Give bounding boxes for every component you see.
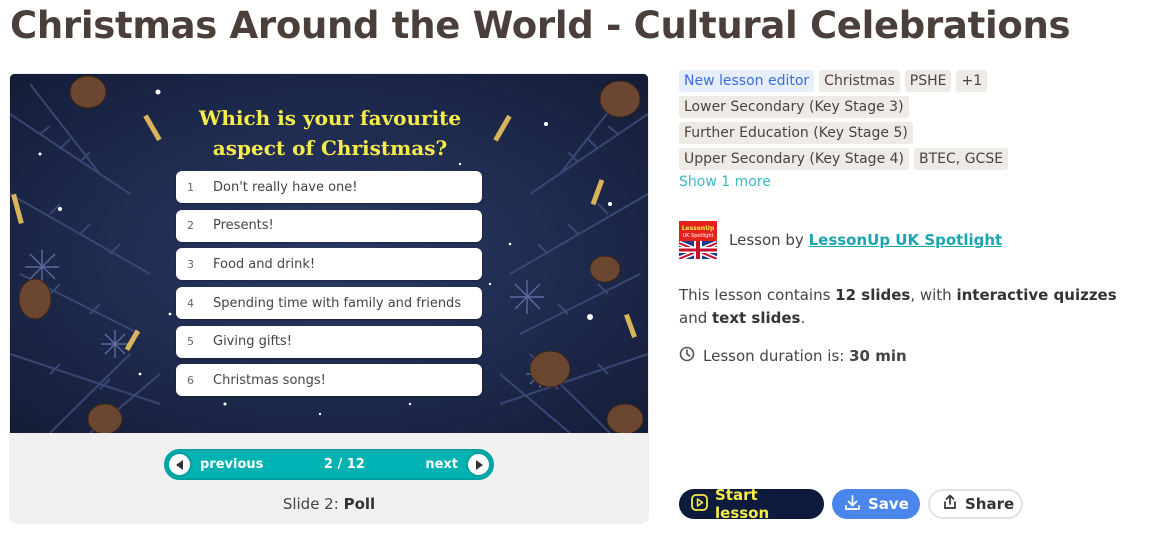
duration-value: 30 min bbox=[849, 347, 907, 365]
tag-key-stage-4[interactable]: Upper Secondary (Key Stage 4) bbox=[679, 148, 910, 170]
author-prefix: Lesson by LessonUp UK Spotlight bbox=[729, 231, 1003, 249]
option-text: Don't really have one! bbox=[213, 179, 358, 195]
start-lesson-button[interactable]: Start lesson bbox=[679, 486, 824, 522]
option-number: 2 bbox=[187, 219, 194, 233]
tag-pshe[interactable]: PSHE bbox=[904, 70, 952, 92]
lesson-tags: New lesson editor Christmas PSHE +1 Lowe… bbox=[679, 70, 1139, 190]
tag-christmas[interactable]: Christmas bbox=[819, 70, 900, 92]
next-label: next bbox=[425, 457, 458, 472]
author-link[interactable]: LessonUp UK Spotlight bbox=[809, 231, 1003, 249]
previous-label: previous bbox=[200, 457, 264, 472]
lesson-duration: Lesson duration is: 30 min bbox=[679, 346, 907, 366]
option-text: Christmas songs! bbox=[213, 372, 326, 388]
play-icon bbox=[691, 493, 708, 515]
poll-option[interactable]: 2 Presents! bbox=[176, 209, 482, 242]
author-avatar: LessonUp UK Spotlight bbox=[679, 221, 717, 259]
show-more-link[interactable]: Show 1 more bbox=[679, 174, 1139, 190]
tag-more-count[interactable]: +1 bbox=[956, 70, 988, 92]
save-button[interactable]: Save bbox=[832, 489, 920, 519]
arrow-left-icon bbox=[167, 452, 192, 477]
poll-options: 1 Don't really have one! 2 Presents! 3 F… bbox=[176, 171, 482, 403]
poll-option[interactable]: 3 Food and drink! bbox=[176, 248, 482, 281]
option-text: Spending time with family and friends bbox=[213, 295, 462, 311]
poll-option[interactable]: 6 Christmas songs! bbox=[176, 364, 482, 397]
poll-option[interactable]: 4 Spending time with family and friends bbox=[176, 287, 482, 320]
option-text: Presents! bbox=[213, 218, 274, 234]
download-icon bbox=[844, 494, 861, 515]
slide-counter: 2 / 12 bbox=[323, 457, 365, 472]
option-text: Food and drink! bbox=[213, 256, 316, 272]
slide-caption-prefix: Slide 2: bbox=[282, 495, 339, 513]
page-title: Christmas Around the World - Cultural Ce… bbox=[10, 4, 1071, 47]
option-number: 5 bbox=[187, 335, 194, 349]
share-icon bbox=[942, 494, 958, 514]
tag-btec-gcse[interactable]: BTEC, GCSE bbox=[914, 148, 1009, 170]
option-number: 6 bbox=[187, 373, 194, 387]
arrow-right-icon bbox=[466, 452, 491, 477]
slide-canvas: Which is your favourite aspect of Christ… bbox=[10, 74, 648, 433]
option-number: 4 bbox=[187, 296, 194, 310]
clock-icon bbox=[679, 346, 695, 366]
tag-key-stage-5[interactable]: Further Education (Key Stage 5) bbox=[679, 122, 913, 144]
poll-option[interactable]: 1 Don't really have one! bbox=[176, 171, 482, 203]
share-button[interactable]: Share bbox=[928, 489, 1023, 519]
poll-option[interactable]: 5 Giving gifts! bbox=[176, 325, 482, 358]
lesson-actions: Start lesson Save Share bbox=[679, 486, 1023, 522]
lesson-author: LessonUp UK Spotlight Lesson by LessonUp… bbox=[679, 221, 1002, 259]
option-number: 3 bbox=[187, 257, 194, 271]
logo-text-brand: LessonUp bbox=[682, 225, 715, 232]
option-text: Giving gifts! bbox=[213, 334, 292, 350]
slide-caption: Slide 2: Poll bbox=[9, 495, 649, 513]
slide-navigation: previous 2 / 12 next bbox=[164, 449, 494, 480]
slide-preview-card: Which is your favourite aspect of Christ… bbox=[9, 73, 649, 524]
next-button[interactable]: next bbox=[425, 452, 491, 477]
slide-type: Poll bbox=[343, 495, 376, 513]
previous-button[interactable]: previous bbox=[167, 452, 263, 477]
option-number: 1 bbox=[187, 180, 194, 194]
tag-new-lesson-editor[interactable]: New lesson editor bbox=[679, 70, 815, 92]
logo-text-spotlight: UK Spotlight bbox=[683, 233, 714, 239]
poll-question: Which is your favourite aspect of Christ… bbox=[198, 106, 462, 160]
tag-key-stage-3[interactable]: Lower Secondary (Key Stage 3) bbox=[679, 96, 909, 118]
duration-label: Lesson duration is: bbox=[703, 347, 845, 365]
lesson-description: This lesson contains 12 slides, with int… bbox=[679, 286, 1117, 327]
